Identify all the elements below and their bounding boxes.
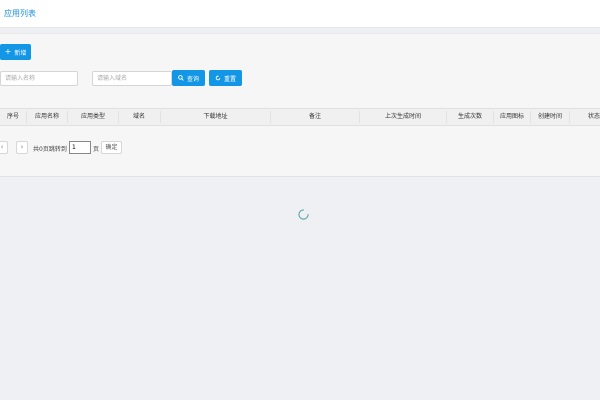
page-title: 应用列表 [4, 9, 36, 18]
app-list-page: 应用列表 + 新增 查询 重置 序号 应用名称 [0, 0, 600, 400]
column-header-status: 状态 [587, 113, 600, 120]
main-panel: + 新增 查询 重置 序号 应用名称 应用类型 域名 [0, 33, 600, 177]
column-header-app-icon: 应用图标 [499, 113, 524, 120]
page-header: 应用列表 [0, 0, 600, 28]
column-header-app-type: 应用类型 [80, 113, 105, 120]
refresh-icon [215, 75, 221, 81]
column-header-domain: 域名 [132, 113, 145, 120]
next-page-button[interactable]: › [16, 141, 28, 154]
column-header-index: 序号 [6, 113, 19, 120]
name-search-input[interactable] [0, 71, 78, 86]
page-confirm-button[interactable]: 确定 [101, 141, 122, 154]
loading-spinner-icon [298, 209, 309, 220]
reset-button-label: 重置 [223, 75, 236, 83]
column-header-download-url: 下载地址 [203, 113, 228, 120]
page-total-text: 共0页跳转到 [33, 146, 67, 153]
table-header: 序号 应用名称 应用类型 域名 下载地址 备注 上次生成时间 生成次数 应用图标… [0, 108, 600, 126]
domain-search-input[interactable] [92, 71, 172, 86]
add-button-label: 新增 [14, 49, 27, 57]
column-header-app-name: 应用名称 [34, 113, 59, 120]
page-unit-label: 页 [93, 146, 100, 153]
column-header-last-generated: 上次生成时间 [384, 113, 421, 120]
add-button[interactable]: + 新增 [0, 44, 31, 60]
page-jump-input[interactable] [69, 141, 91, 154]
query-button-label: 查询 [186, 75, 199, 83]
column-header-created-time: 创建时间 [537, 113, 562, 120]
plus-icon: + [4, 47, 12, 56]
column-header-generate-count: 生成次数 [457, 113, 482, 120]
column-header-remark: 备注 [308, 113, 321, 120]
search-icon [178, 75, 184, 81]
reset-button[interactable]: 重置 [209, 70, 242, 86]
query-button[interactable]: 查询 [172, 70, 205, 86]
prev-page-button[interactable]: ‹ [0, 141, 8, 154]
